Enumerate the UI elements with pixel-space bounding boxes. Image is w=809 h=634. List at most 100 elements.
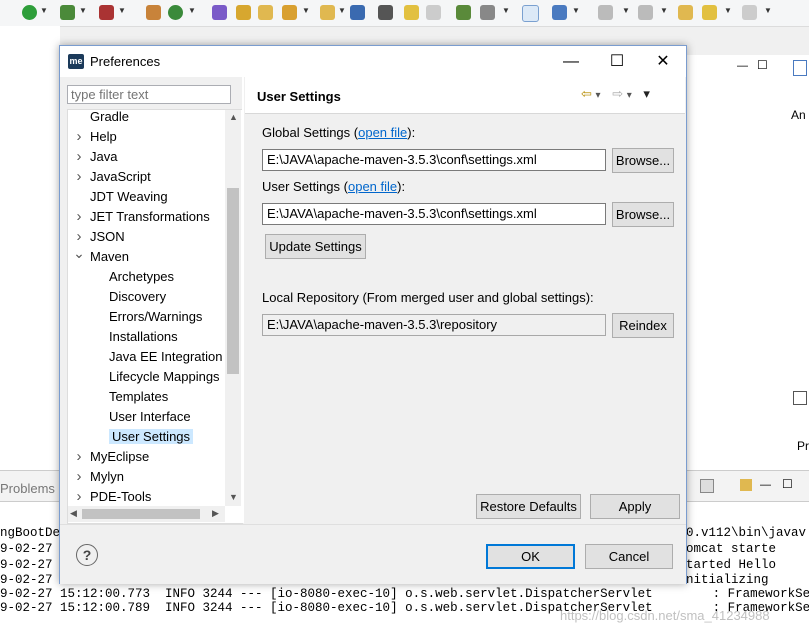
- scroll-down-icon[interactable]: ▼: [229, 492, 238, 502]
- tree-item[interactable]: Lifecycle Mappings: [109, 367, 220, 387]
- tree-item[interactable]: Java EE Integration: [109, 347, 222, 367]
- dropdown-arrow-icon[interactable]: ▼: [302, 6, 310, 15]
- minimize-icon[interactable]: —: [737, 60, 748, 72]
- monitor-icon[interactable]: [350, 5, 365, 20]
- update-settings-button[interactable]: Update Settings: [265, 234, 366, 259]
- scroll-right-icon[interactable]: ▶: [212, 508, 219, 519]
- dropdown-arrow-icon[interactable]: ▼: [724, 6, 732, 15]
- prev-annotation-icon[interactable]: [638, 5, 653, 20]
- new-wizard-icon[interactable]: [168, 5, 183, 20]
- user-browse-button[interactable]: Browse...: [612, 202, 674, 227]
- external-tools-icon[interactable]: [99, 5, 114, 20]
- chevron-right-icon[interactable]: ›: [73, 447, 85, 467]
- chevron-right-icon[interactable]: ›: [73, 127, 85, 147]
- user-open-file-link[interactable]: open file: [348, 179, 397, 194]
- minimize-button[interactable]: —: [548, 46, 594, 77]
- restore-defaults-button[interactable]: Restore Defaults: [476, 494, 581, 519]
- tree-item[interactable]: Templates: [109, 387, 168, 407]
- back-icon[interactable]: [702, 5, 717, 20]
- chevron-down-icon[interactable]: ▾: [627, 90, 632, 101]
- dropdown-arrow-icon[interactable]: ▼: [502, 6, 510, 15]
- layout-icon[interactable]: [522, 5, 539, 22]
- tree-item[interactable]: JDT Weaving: [90, 187, 168, 207]
- tree-item[interactable]: User Settings: [109, 427, 194, 447]
- tree-item[interactable]: Installations: [109, 327, 178, 347]
- task-icon[interactable]: [282, 5, 297, 20]
- dropdown-arrow-icon[interactable]: ▼: [622, 6, 630, 15]
- tree-item[interactable]: User Interface: [109, 407, 191, 427]
- dropdown-arrow-icon[interactable]: ▼: [40, 6, 48, 15]
- lock-icon[interactable]: [480, 5, 495, 20]
- dropdown-arrow-icon[interactable]: ▼: [118, 6, 126, 15]
- maximize-icon[interactable]: ☐: [757, 58, 768, 72]
- tree-item[interactable]: › Help: [77, 127, 117, 147]
- panel-view-icon[interactable]: [793, 60, 807, 76]
- pin-icon[interactable]: [378, 5, 393, 20]
- close-button[interactable]: ✕: [640, 46, 686, 77]
- user-settings-field[interactable]: E:\JAVA\apache-maven-3.5.3\conf\settings…: [262, 203, 606, 225]
- package-icon[interactable]: [146, 5, 161, 20]
- open-folder-icon[interactable]: [236, 5, 251, 20]
- coverage-icon[interactable]: [60, 5, 75, 20]
- tree-item[interactable]: › MyEclipse: [77, 447, 150, 467]
- last-edit-icon[interactable]: [678, 5, 693, 20]
- view-menu-icon[interactable]: ▾: [643, 86, 650, 101]
- forward-icon[interactable]: [742, 5, 757, 20]
- search-icon[interactable]: [456, 5, 471, 20]
- tree-item[interactable]: › JavaScript: [77, 167, 151, 187]
- chevron-right-icon[interactable]: ›: [73, 207, 85, 227]
- undo-icon[interactable]: [404, 5, 419, 20]
- redo-icon[interactable]: [426, 5, 441, 20]
- dropdown-arrow-icon[interactable]: ▼: [79, 6, 87, 15]
- tree-item[interactable]: › Java: [77, 147, 118, 167]
- global-settings-field[interactable]: E:\JAVA\apache-maven-3.5.3\conf\settings…: [262, 149, 606, 171]
- tree-item[interactable]: ⌄ Maven: [73, 245, 129, 267]
- dialog-titlebar[interactable]: me Preferences — ☐ ✕: [60, 46, 686, 77]
- help-icon[interactable]: ?: [76, 544, 98, 566]
- cancel-button[interactable]: Cancel: [585, 544, 673, 569]
- global-open-file-link[interactable]: open file: [358, 125, 407, 140]
- tree-item[interactable]: Errors/Warnings: [109, 307, 202, 327]
- tree-item[interactable]: Archetypes: [109, 267, 174, 287]
- dropdown-arrow-icon[interactable]: ▼: [338, 6, 346, 15]
- tree-item[interactable]: › PDE-Tools: [77, 487, 152, 507]
- run-icon[interactable]: [22, 5, 37, 20]
- minimize-icon[interactable]: —: [760, 479, 771, 491]
- tree-vertical-scrollbar[interactable]: ▲ ▼: [225, 110, 241, 506]
- chevron-down-icon[interactable]: ⌄: [73, 243, 85, 263]
- open-type-icon[interactable]: [212, 5, 227, 20]
- console-toolbar-icon[interactable]: [700, 479, 714, 493]
- apply-button[interactable]: Apply: [590, 494, 680, 519]
- tree-item[interactable]: › Mylyn: [77, 467, 124, 487]
- ok-button[interactable]: OK: [486, 544, 575, 569]
- panel-view-icon[interactable]: [793, 391, 807, 405]
- back-arrow-icon[interactable]: ⇦: [581, 86, 592, 101]
- forward-arrow-icon[interactable]: ⇨: [612, 86, 623, 101]
- dropdown-arrow-icon[interactable]: ▼: [572, 6, 580, 15]
- tree-item[interactable]: › JSON: [77, 227, 125, 247]
- problems-tab[interactable]: Problems: [0, 481, 55, 496]
- scroll-up-icon[interactable]: ▲: [229, 112, 238, 122]
- chevron-down-icon[interactable]: ▾: [596, 90, 601, 101]
- grid-icon[interactable]: [552, 5, 567, 20]
- scroll-left-icon[interactable]: ◀: [70, 508, 77, 519]
- chevron-right-icon[interactable]: ›: [73, 487, 85, 507]
- tree-item[interactable]: Discovery: [109, 287, 166, 307]
- maximize-button[interactable]: ☐: [594, 46, 640, 77]
- chevron-right-icon[interactable]: ›: [73, 467, 85, 487]
- folder-icon[interactable]: [258, 5, 273, 20]
- console-toolbar-icon[interactable]: [740, 479, 752, 491]
- scroll-thumb[interactable]: [227, 188, 239, 374]
- tree-item[interactable]: › JET Transformations: [77, 207, 210, 227]
- chevron-right-icon[interactable]: ›: [73, 167, 85, 187]
- filter-input[interactable]: [67, 85, 231, 104]
- chevron-right-icon[interactable]: ›: [73, 147, 85, 167]
- dropdown-arrow-icon[interactable]: ▼: [764, 6, 772, 15]
- next-annotation-icon[interactable]: [598, 5, 613, 20]
- dropdown-arrow-icon[interactable]: ▼: [660, 6, 668, 15]
- maximize-icon[interactable]: ☐: [782, 477, 793, 491]
- scroll-thumb[interactable]: [82, 509, 200, 519]
- tree-horizontal-scrollbar[interactable]: ◀ ▶: [68, 506, 225, 522]
- global-browse-button[interactable]: Browse...: [612, 148, 674, 173]
- tree-item[interactable]: Gradle: [90, 110, 129, 127]
